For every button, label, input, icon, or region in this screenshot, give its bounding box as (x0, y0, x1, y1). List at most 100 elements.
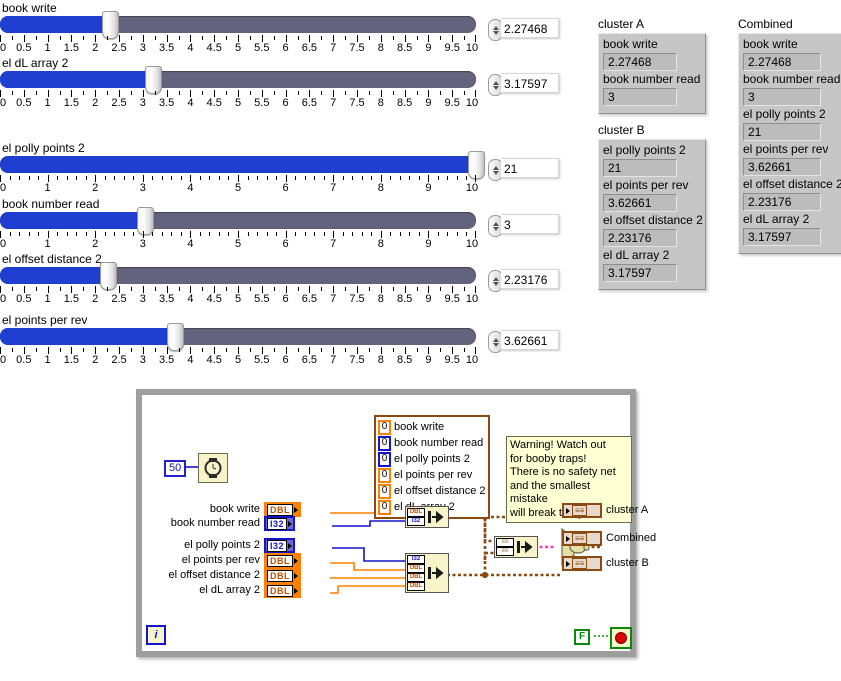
slider-tick-label: 8.5 (396, 42, 413, 54)
wait-constant[interactable]: 50 (164, 460, 187, 477)
terminal-arrow-icon (288, 520, 293, 527)
element-type-i32[interactable]: 0 (378, 451, 391, 467)
cluster-item-value: 3 (603, 88, 677, 106)
slider-tick-label: 5 (234, 97, 242, 109)
slider-tick-label: 5 (234, 182, 242, 194)
spinner-up-icon[interactable] (492, 337, 499, 342)
slider-tick-label: 9 (425, 238, 432, 250)
numeric-display-4[interactable]: 2.23176 (488, 269, 560, 293)
slider-body[interactable]: 0 1 2 3 4 5 6 7 8 9 10 (0, 207, 478, 256)
element-type-dbl[interactable]: 0 (378, 499, 391, 515)
slider-body[interactable]: 0 0.5 1 1.5 2 2.5 3 3.5 4 4.5 5 5.5 6 6.5 7 7.5 8 8.5 9 9.5… (0, 262, 478, 311)
element-type-dbl[interactable]: 0 (378, 483, 391, 499)
terminal-arrow-icon (288, 542, 293, 549)
cluster-constant-label: book write (394, 421, 445, 433)
element-type-dbl[interactable]: 0 (378, 467, 391, 483)
numeric-display-5[interactable]: 3.62661 (488, 330, 560, 354)
control-terminal-0[interactable]: DBL (264, 502, 301, 517)
terminal-type-label: DBL (267, 569, 293, 582)
spinner-down-icon[interactable] (492, 342, 499, 347)
slider-tick-label: 3.5 (158, 42, 175, 54)
numeric-display-3[interactable]: 3 (488, 214, 560, 238)
slider-tick-label: 9 (425, 354, 432, 366)
slider-track[interactable] (0, 212, 476, 229)
slider-tick-label: 7.5 (349, 293, 365, 305)
spinner-up-icon[interactable] (492, 221, 499, 226)
slider-body[interactable]: 0 0.5 1 1.5 2 2.5 3 3.5 4 4.5 5 5.5 6 6.5 7 7.5 8 8.5 9 9.5… (0, 66, 478, 115)
spinner-down-icon[interactable] (492, 85, 499, 90)
slider-tick-label: 3 (139, 238, 146, 250)
slider-tick-label: 2 (92, 42, 99, 54)
numeric-value-field[interactable]: 21 (501, 158, 559, 178)
bundle-port-1: I32 (407, 517, 425, 526)
slider-tick-label: 8 (377, 238, 384, 250)
merge-clusters-node[interactable]: ≡≡ ≡≡ (494, 536, 538, 558)
stop-loop-condition-icon[interactable] (610, 627, 632, 649)
spinner-down-icon[interactable] (492, 281, 499, 286)
control-terminal-5[interactable]: DBL (264, 583, 301, 598)
slider-tick-label: 8 (377, 293, 384, 305)
control-terminal-1[interactable]: I32 (264, 516, 296, 531)
slider-tick-label: 6 (282, 97, 289, 109)
spinner-up-icon[interactable] (492, 80, 499, 85)
terminal-type-label: I32 (267, 517, 288, 530)
slider-tick-label: 6 (282, 293, 289, 305)
numeric-value-field[interactable]: 3 (501, 214, 559, 234)
spinner-down-icon[interactable] (492, 226, 499, 231)
spinner-up-icon[interactable] (492, 165, 499, 170)
slider-tick-label: 7 (330, 293, 337, 305)
spinner-up-icon[interactable] (492, 276, 499, 281)
slider-tick-label: 4 (187, 42, 194, 54)
control-terminal-2[interactable]: I32 (264, 538, 296, 553)
slider-tick-label: 2.5 (111, 293, 127, 305)
cluster-item-value: 21 (603, 159, 677, 177)
cluster-indicator-label-1: Combined (606, 532, 657, 544)
cluster-item-label: el polly points 2 (603, 143, 686, 157)
slider-tick-label: 5 (234, 354, 242, 366)
cluster-title: Combined (738, 17, 793, 31)
terminal-type-label: DBL (267, 584, 293, 597)
slider-track[interactable] (0, 156, 476, 173)
spinner-down-icon[interactable] (492, 30, 499, 35)
numeric-display-0[interactable]: 2.27468 (488, 18, 560, 42)
cluster-indicator-0[interactable]: ≡≡ (562, 503, 602, 518)
slider-track[interactable] (0, 267, 476, 284)
cluster-indicator-1[interactable]: ≡≡ (562, 531, 602, 546)
control-terminal-3[interactable]: DBL (264, 553, 301, 568)
slider-tick-label: 7 (330, 182, 337, 194)
numeric-display-2[interactable]: 21 (488, 158, 560, 182)
slider-fill (0, 156, 476, 173)
cluster-item-label: book number read (603, 72, 701, 86)
numeric-display-1[interactable]: 3.17597 (488, 73, 560, 97)
bundle-cluster-b-node[interactable]: I32 DBL DBL DBL (405, 553, 449, 593)
numeric-value-field[interactable]: 2.27468 (501, 18, 559, 38)
bundle-ports: I32 DBL DBL DBL (406, 554, 426, 592)
element-type-dbl[interactable]: 0 (378, 419, 391, 435)
slider-tick-label: 4.5 (206, 354, 222, 366)
numeric-value-field[interactable]: 3.17597 (501, 73, 559, 93)
numeric-value-field[interactable]: 2.23176 (501, 269, 559, 289)
slider-track[interactable] (0, 328, 476, 345)
slider-tick-label: 0.5 (16, 293, 32, 305)
spinner-down-icon[interactable] (492, 170, 499, 175)
false-constant[interactable]: F (574, 629, 591, 645)
cluster-indicator-2[interactable]: ≡≡ (562, 556, 602, 571)
slider-body[interactable]: 0 0.5 1 1.5 2 2.5 3 3.5 4 4.5 5 5.5 6 6.5 7 7.5 8 8.5 9 9.5… (0, 323, 478, 372)
cluster-item: el polly points 2 21 (603, 143, 699, 177)
slider-tick-label: 1 (44, 354, 51, 366)
element-type-i32[interactable]: 0 (378, 435, 391, 451)
slider-track[interactable] (0, 16, 476, 33)
slider-tick-label: 4 (187, 293, 194, 305)
spinner-up-icon[interactable] (492, 25, 499, 30)
control-terminal-4[interactable]: DBL (264, 568, 301, 583)
slider-body[interactable]: 0 1 2 3 4 5 6 7 8 9 10 (0, 151, 485, 200)
wait-ms-timer-icon[interactable] (198, 453, 228, 483)
slider-tick-label: 10 (465, 42, 479, 54)
slider-body[interactable]: 0 0.5 1 1.5 2 2.5 3 3.5 4 4.5 5 5.5 6 6.5 7 7.5 8 8.5 9 9.5… (0, 11, 479, 60)
slider-track[interactable] (0, 71, 476, 88)
cluster-constant-list[interactable]: 0 book write 0 book number read 0 el polly po… (374, 415, 490, 519)
numeric-value-field[interactable]: 3.62661 (501, 330, 559, 350)
bundle-cluster-a-node[interactable]: DBL I32 (405, 506, 449, 528)
terminal-label-1: book number read (170, 517, 260, 529)
cluster-item-label: book number read (743, 72, 841, 86)
